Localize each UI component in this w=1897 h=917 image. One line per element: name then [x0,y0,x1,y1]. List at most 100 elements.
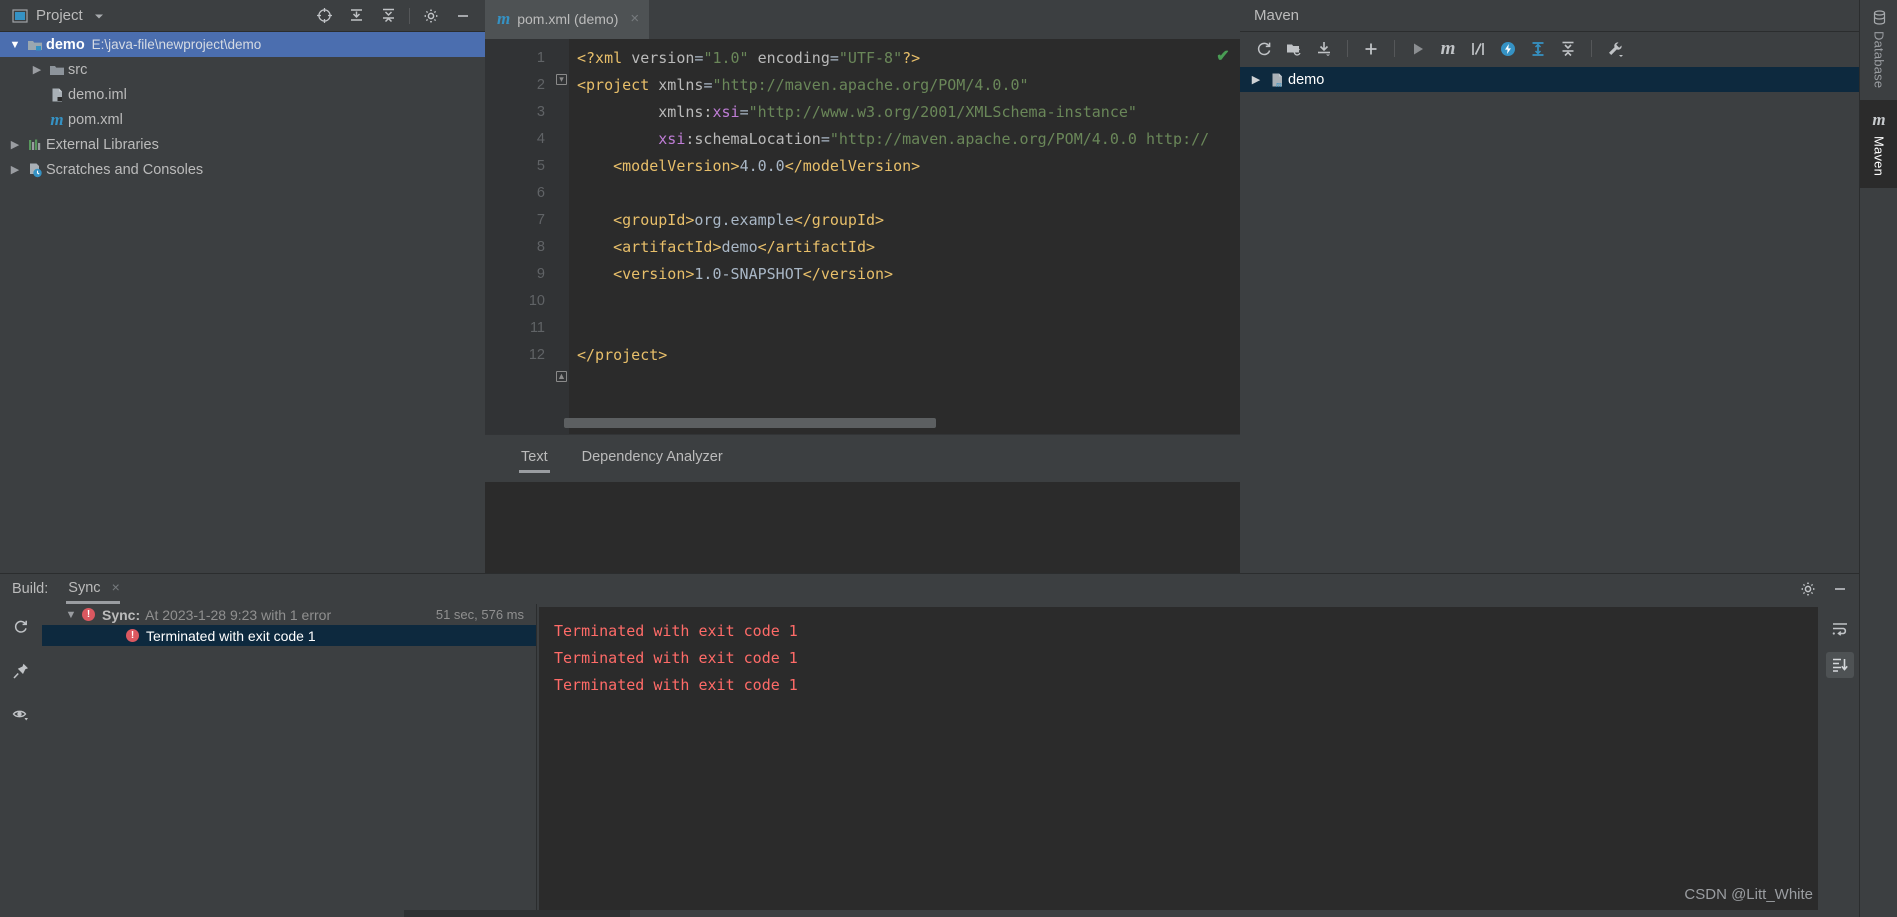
line-number: 7 [485,207,555,234]
maven-projects-tree[interactable]: ▶ m demo [1240,65,1859,92]
maven-module-icon: m [1266,72,1288,88]
editor-tab-pom-xml[interactable]: m pom.xml (demo) × [485,0,649,39]
download-sources-icon[interactable] [1310,36,1338,62]
gear-icon[interactable] [418,3,444,29]
line-number: 5 [485,153,555,180]
expand-all-icon[interactable] [1524,36,1552,62]
minimize-icon[interactable] [1827,576,1853,602]
error-status-icon: ! [82,608,95,621]
right-tool-window-stripe: Database m Maven [1859,0,1897,917]
project-panel-header: Project [0,0,485,32]
rerun-icon[interactable] [8,614,34,640]
tab-text[interactable]: Text [509,443,560,475]
editor-horizontal-scrollbar[interactable] [563,418,1204,428]
chevron-down-icon[interactable] [93,10,105,22]
project-window-icon [12,8,28,24]
console-right-toolbar [1821,604,1859,917]
toggle-skip-tests-icon[interactable] [1464,36,1492,62]
maven-panel-header: Maven [1240,0,1859,32]
maven-tool-window: Maven [1240,0,1859,573]
twisty-collapsed-icon[interactable]: ▶ [6,163,24,176]
code-line: xsi:schemaLocation="http://maven.apache.… [577,126,1208,153]
code-text[interactable]: <?xml version="1.0" encoding="UTF-8"?><p… [569,39,1208,434]
build-tree-row-terminated[interactable]: ! Terminated with exit code 1 [42,625,536,646]
collapse-all-icon[interactable] [375,3,401,29]
build-panel-header: Build: Sync × [0,574,1859,604]
close-icon[interactable]: × [112,579,120,595]
twisty-collapsed-icon[interactable]: ▶ [28,63,46,76]
select-opened-file-icon[interactable] [311,3,337,29]
code-line: <modelVersion>4.0.0</modelVersion> [577,153,1208,180]
build-row-label: Terminated with exit code 1 [146,628,316,644]
console-output: Terminated with exit code 1 Terminated w… [540,608,1817,699]
minimize-icon[interactable] [450,3,476,29]
build-tab-label: Sync [68,580,100,596]
fold-collapse-icon[interactable]: ▾ [556,74,567,85]
build-tool-window: Build: Sync × [0,573,1859,917]
libraries-icon [24,137,46,153]
editor-tabs-bar: m pom.xml (demo) × [485,0,1240,39]
pin-icon[interactable] [8,658,34,684]
build-tab-sync[interactable]: Sync × [64,575,133,604]
twisty-collapsed-icon[interactable]: ▶ [6,138,24,151]
code-line [577,288,1208,315]
tree-item-demo[interactable]: ▼ demo E:\java-file\newproject\demo [0,32,485,57]
close-icon[interactable]: × [630,10,639,27]
maven-file-icon: m [497,9,510,29]
build-panel-body: ▼ ! Sync: At 2023-1-28 9:23 with 1 error… [0,604,1859,917]
inspection-gutter: ✔ [1208,39,1240,434]
stripe-label: Database [1872,31,1887,88]
maven-panel-title: Maven [1254,7,1299,24]
add-maven-project-icon[interactable] [1280,36,1308,62]
code-line: </project> [577,342,1208,369]
twisty-expanded-icon[interactable]: ▼ [6,39,24,51]
toggle-offline-mode-icon[interactable] [1494,36,1522,62]
inspection-ok-icon[interactable]: ✔ [1212,45,1234,67]
twisty-expanded-icon[interactable]: ▼ [60,609,82,621]
tree-item-external-libraries[interactable]: ▶ External Libraries [0,132,485,157]
project-tool-window: Project [0,0,485,573]
project-tree[interactable]: ▼ demo E:\java-file\newproject\demo ▶ [0,32,485,182]
code-editor[interactable]: 1 2 3 4 5 6 7 8 9 10 11 12 ▾ ▲ <?xml ver… [485,39,1240,434]
tree-item-demo-iml[interactable]: demo.iml [0,82,485,107]
add-icon[interactable] [1357,36,1385,62]
line-number: 10 [485,288,555,315]
build-console[interactable]: Terminated with exit code 1 Terminated w… [539,607,1818,914]
filter-eye-icon[interactable] [8,702,34,728]
line-number: 11 [485,315,555,342]
tab-dependency-analyzer[interactable]: Dependency Analyzer [570,443,735,475]
bottom-scrollbar[interactable] [0,910,1859,917]
maven-tree-item-label: demo [1288,72,1324,88]
tree-item-label: Scratches and Consoles [46,162,203,178]
execute-maven-goal-icon[interactable]: m [1434,36,1462,62]
maven-settings-icon[interactable] [1601,36,1629,62]
console-line: Terminated with exit code 1 [554,645,1817,672]
code-folding-gutter[interactable]: ▾ ▲ [555,39,569,434]
build-results-tree[interactable]: ▼ ! Sync: At 2023-1-28 9:23 with 1 error… [42,604,537,917]
gear-icon[interactable] [1795,576,1821,602]
scrollbar-thumb[interactable] [564,418,936,428]
soft-wrap-icon[interactable] [1826,616,1854,642]
reload-all-maven-projects-icon[interactable] [1250,36,1278,62]
twisty-collapsed-icon[interactable]: ▶ [1246,73,1266,86]
ide-window: Project [0,0,1897,917]
maven-tree-item-demo[interactable]: ▶ m demo [1240,67,1859,92]
editor-bottom-tabs: Text Dependency Analyzer [485,434,1240,482]
code-line: <?xml version="1.0" encoding="UTF-8"?> [577,45,1208,72]
line-number: 9 [485,261,555,288]
tree-item-scratches-and-consoles[interactable]: ▶ Scratches and Consoles [0,157,485,182]
collapse-all-icon[interactable] [1554,36,1582,62]
tree-item-pom-xml[interactable]: m pom.xml [0,107,485,132]
expand-all-icon[interactable] [343,3,369,29]
iml-file-icon [46,87,68,103]
scrollbar-thumb[interactable] [404,910,630,917]
watermark-text: CSDN @Litt_White [1684,886,1813,903]
build-tree-row-sync[interactable]: ▼ ! Sync: At 2023-1-28 9:23 with 1 error… [42,604,536,625]
scroll-to-end-icon[interactable] [1826,652,1854,678]
tree-item-src[interactable]: ▶ src [0,57,485,82]
fold-end-icon[interactable]: ▲ [556,371,567,382]
stripe-button-database[interactable]: Database [1860,0,1897,100]
stripe-button-maven[interactable]: m Maven [1860,100,1897,188]
code-line: <artifactId>demo</artifactId> [577,234,1208,261]
run-icon[interactable] [1404,36,1432,62]
